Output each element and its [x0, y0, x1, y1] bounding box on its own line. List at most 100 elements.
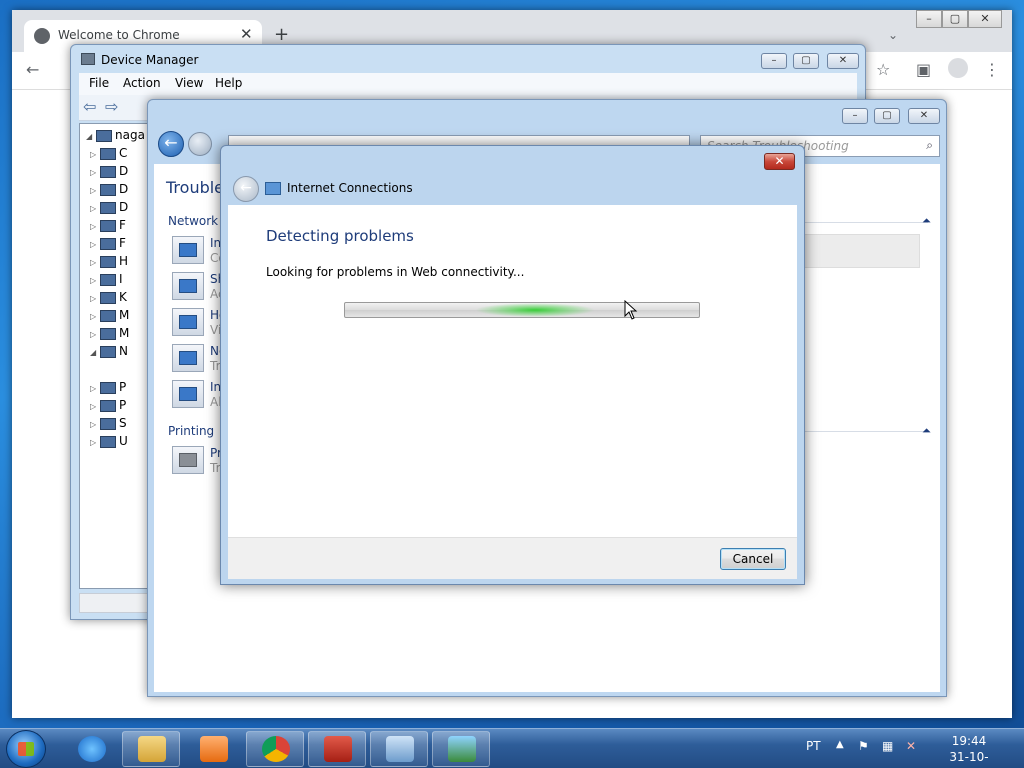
- taskbar-toolbox[interactable]: [308, 731, 366, 767]
- trouble-close-button[interactable]: ✕: [908, 108, 940, 124]
- tree-item-label: D: [119, 200, 129, 214]
- profile-avatar-icon[interactable]: [948, 58, 968, 78]
- taskbar-clock[interactable]: 19:44 31-10-2022: [936, 733, 1002, 768]
- taskbar-google-chrome[interactable]: [246, 731, 304, 767]
- category-printing[interactable]: Printing: [168, 424, 214, 438]
- progress-marquee: [475, 303, 595, 317]
- action-center-flag-icon[interactable]: ⚑: [858, 739, 869, 753]
- network-adapter-icon: [100, 345, 116, 358]
- troubleshooter-item[interactable]: Int Co: [172, 236, 226, 270]
- tree-root[interactable]: ◢ naga: [86, 128, 145, 142]
- tree-item[interactable]: ▷ H: [90, 254, 128, 268]
- tree-item-label: U: [119, 434, 128, 448]
- expand-arrow-icon[interactable]: ▷: [90, 294, 100, 303]
- expand-arrow-icon[interactable]: ▷: [90, 168, 100, 177]
- collapse-chevron-icon[interactable]: ⏶: [922, 424, 931, 438]
- trouble-minimize-button[interactable]: –: [842, 108, 868, 124]
- expand-arrow-icon[interactable]: ▷: [90, 276, 100, 285]
- expand-arrow-icon[interactable]: ▷: [90, 384, 100, 393]
- collapse-arrow-icon[interactable]: ◢: [90, 348, 100, 357]
- tree-item-label: K: [119, 290, 127, 304]
- trouble-maximize-button[interactable]: ▢: [874, 108, 900, 124]
- selected-row[interactable]: [802, 234, 920, 268]
- start-button[interactable]: [6, 730, 46, 768]
- devmgr-forward-icon[interactable]: ⇨: [105, 97, 118, 116]
- expand-arrow-icon[interactable]: ▷: [90, 330, 100, 339]
- chrome-menu-icon[interactable]: ⋮: [984, 60, 1000, 79]
- collapse-arrow-icon[interactable]: ◢: [86, 132, 96, 141]
- taskbar-control-panel[interactable]: [370, 731, 428, 767]
- tree-item[interactable]: ▷ D: [90, 200, 128, 214]
- devmgr-close-button[interactable]: ✕: [827, 53, 859, 69]
- tree-item[interactable]: ◢ N: [90, 344, 128, 358]
- troubleshooter-item[interactable]: Pr Tr: [172, 446, 222, 480]
- expand-arrow-icon[interactable]: ▷: [90, 150, 100, 159]
- chrome-maximize-button[interactable]: ▢: [942, 10, 968, 28]
- tree-item[interactable]: ▷ F: [90, 218, 126, 232]
- expand-arrow-icon[interactable]: ▷: [90, 420, 100, 429]
- side-panel-icon[interactable]: ▣: [916, 60, 931, 79]
- menu-help[interactable]: Help: [215, 76, 242, 90]
- tree-item-label: N: [119, 344, 128, 358]
- tree-item-label: S: [119, 416, 127, 430]
- expand-arrow-icon[interactable]: ▷: [90, 438, 100, 447]
- chrome-close-button[interactable]: ✕: [968, 10, 1002, 28]
- expand-arrow-icon[interactable]: ▷: [90, 402, 100, 411]
- expand-arrow-icon[interactable]: ▷: [90, 312, 100, 321]
- back-arrow-icon[interactable]: ←: [26, 60, 39, 79]
- forward-arrow-icon[interactable]: [188, 132, 212, 156]
- tree-item[interactable]: ▷ D: [90, 182, 128, 196]
- show-hidden-icons-icon[interactable]: ▲: [836, 739, 844, 750]
- dialog-footer: Cancel: [228, 537, 797, 579]
- tree-item[interactable]: ▷ D: [90, 164, 128, 178]
- dialog-close-button[interactable]: ✕: [764, 153, 795, 170]
- tree-item[interactable]: ▷ S: [90, 416, 127, 430]
- expand-arrow-icon[interactable]: ▷: [90, 222, 100, 231]
- cancel-button[interactable]: Cancel: [720, 548, 786, 570]
- category-network[interactable]: Network: [168, 214, 218, 228]
- tree-item[interactable]: ▷ U: [90, 434, 128, 448]
- chrome-minimize-button[interactable]: –: [916, 10, 942, 28]
- devmgr-maximize-button[interactable]: ▢: [793, 53, 819, 69]
- tree-item[interactable]: ▷ M: [90, 308, 129, 322]
- device-manager-titlebar[interactable]: Device Manager – ▢ ✕: [71, 45, 865, 73]
- bookmark-star-icon[interactable]: ☆: [876, 60, 890, 79]
- troubleshooter-item[interactable]: Sh Ac: [172, 272, 225, 306]
- devmgr-minimize-button[interactable]: –: [761, 53, 787, 69]
- back-arrow-icon[interactable]: ←: [233, 176, 259, 202]
- tab-close-icon[interactable]: ✕: [240, 25, 253, 43]
- search-icon[interactable]: ⌕: [926, 138, 933, 153]
- tree-item[interactable]: ▷ C: [90, 146, 127, 160]
- tree-item[interactable]: ▷ K: [90, 290, 127, 304]
- volume-muted-icon[interactable]: ✕: [906, 739, 916, 753]
- printer-icon: [172, 446, 204, 474]
- expand-arrow-icon[interactable]: ▷: [90, 258, 100, 267]
- collapse-chevron-icon[interactable]: ⏶: [922, 214, 931, 228]
- troubleshooter-item[interactable]: Ho Vi: [172, 308, 226, 342]
- expand-arrow-icon[interactable]: ▷: [90, 204, 100, 213]
- devmgr-back-icon[interactable]: ⇦: [83, 97, 96, 116]
- taskbar-network-troubleshooter[interactable]: [432, 731, 490, 767]
- menu-view[interactable]: View: [175, 76, 203, 90]
- network-tray-icon[interactable]: ▦: [882, 739, 893, 753]
- troubleshooter-item[interactable]: Ne Tr: [172, 344, 226, 378]
- device-icon: [100, 327, 116, 340]
- tree-item[interactable]: ▷ P: [90, 398, 126, 412]
- language-indicator[interactable]: PT: [806, 739, 821, 753]
- back-arrow-icon[interactable]: ←: [158, 131, 184, 157]
- tree-item[interactable]: ▷ P: [90, 380, 126, 394]
- taskbar-windows-explorer[interactable]: [122, 731, 180, 767]
- tab-search-chevron-icon[interactable]: ⌄: [888, 28, 898, 42]
- menu-file[interactable]: File: [89, 76, 109, 90]
- troubleshooter-item[interactable]: In Al: [172, 380, 222, 414]
- taskbar-media-player[interactable]: [184, 731, 242, 767]
- expand-arrow-icon[interactable]: ▷: [90, 240, 100, 249]
- dialog-heading: Detecting problems: [266, 227, 414, 245]
- tree-item[interactable]: ▷ I: [90, 272, 123, 286]
- tree-item[interactable]: ▷ M: [90, 326, 129, 340]
- taskbar-internet-explorer[interactable]: [62, 731, 120, 767]
- menu-action[interactable]: Action: [123, 76, 161, 90]
- expand-arrow-icon[interactable]: ▷: [90, 186, 100, 195]
- new-tab-button[interactable]: +: [274, 24, 289, 45]
- tree-item[interactable]: ▷ F: [90, 236, 126, 250]
